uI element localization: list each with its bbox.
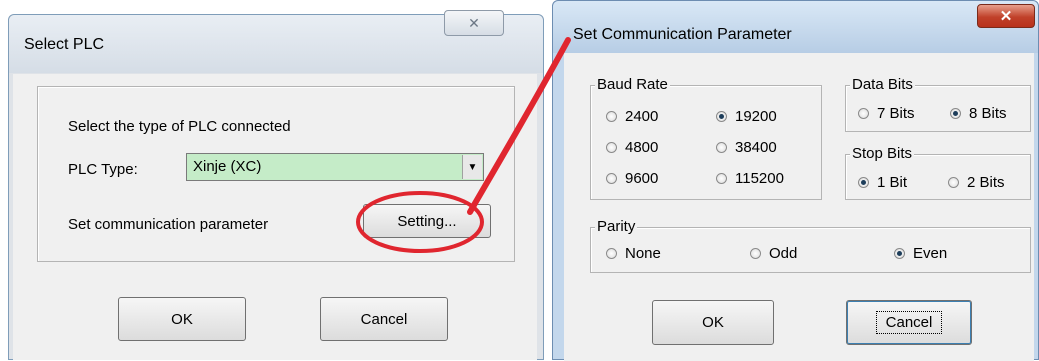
baud-38400-radio[interactable]: 38400 [716,139,777,156]
radio-off-icon [858,108,869,119]
radio-off-icon [606,173,617,184]
dialog-title: Select PLC [24,36,105,53]
radio-off-icon [750,248,761,259]
radio-off-icon [606,111,617,122]
stop-bits-option-label: 2 Bits [967,174,1005,191]
close-icon: ✕ [468,14,480,31]
parity-option-label: None [625,245,661,262]
stop-bits-legend: Stop Bits [850,145,915,162]
baud-2400-radio[interactable]: 2400 [606,108,658,125]
baud-rate-legend: Baud Rate [595,76,670,93]
baud-option-label: 4800 [625,139,659,156]
baud-option-label: 38400 [735,139,777,156]
data-bits-option-label: 7 Bits [877,105,915,122]
baud-option-label: 19200 [735,108,777,125]
comm-close-button[interactable]: ✕ [977,4,1035,28]
parity-legend: Parity [595,218,638,235]
parity-odd-radio[interactable]: Odd [750,245,797,262]
parity-even-radio[interactable]: Even [894,245,947,262]
dropdown-arrow-icon[interactable]: ▼ [462,155,482,179]
parity-option-label: Odd [769,245,798,262]
data-bits-7-radio[interactable]: 7 Bits [858,105,915,122]
comm-dialog-title: Set Communication Parameter [573,26,792,43]
radio-off-icon [716,173,727,184]
baud-option-label: 115200 [735,170,784,187]
comm-ok-button[interactable]: OK [652,300,774,345]
baud-19200-radio[interactable]: 19200 [716,108,777,125]
radio-on-icon [858,177,869,188]
stop-bits-1-radio[interactable]: 1 Bit [858,174,907,191]
data-bits-option-label: 8 Bits [969,105,1007,122]
plc-type-prompt: Select the type of PLC connected [68,118,291,135]
radio-off-icon [716,142,727,153]
baud-option-label: 9600 [625,170,659,187]
parity-option-label: Even [913,245,948,262]
plc-type-label: PLC Type: [68,161,138,178]
stop-bits-option-label: 1 Bit [877,174,908,191]
radio-off-icon [606,248,617,259]
data-bits-8-radio[interactable]: 8 Bits [950,105,1007,122]
ok-button[interactable]: OK [118,297,246,341]
plc-type-select[interactable]: Xinje (XC) ▼ [186,153,484,181]
radio-on-icon [950,108,961,119]
radio-on-icon [716,111,727,122]
setting-button[interactable]: Setting... [363,204,491,238]
baud-4800-radio[interactable]: 4800 [606,139,658,156]
parity-none-radio[interactable]: None [606,245,661,262]
cancel-button[interactable]: Cancel [320,297,448,341]
close-icon: ✕ [999,8,1013,25]
baud-9600-radio[interactable]: 9600 [606,170,658,187]
comm-param-label: Set communication parameter [68,216,269,233]
radio-off-icon [948,177,959,188]
radio-on-icon [894,248,905,259]
data-bits-legend: Data Bits [850,76,915,93]
comm-cancel-button[interactable]: Cancel [846,300,972,345]
stop-bits-2-radio[interactable]: 2 Bits [948,174,1005,191]
plc-type-value: Xinje (XC) [193,158,262,175]
focus-rectangle: Cancel [875,311,943,334]
baud-115200-radio[interactable]: 115200 [716,170,784,187]
baud-option-label: 2400 [625,108,659,125]
close-button[interactable]: ✕ [444,10,504,36]
radio-off-icon [606,142,617,153]
